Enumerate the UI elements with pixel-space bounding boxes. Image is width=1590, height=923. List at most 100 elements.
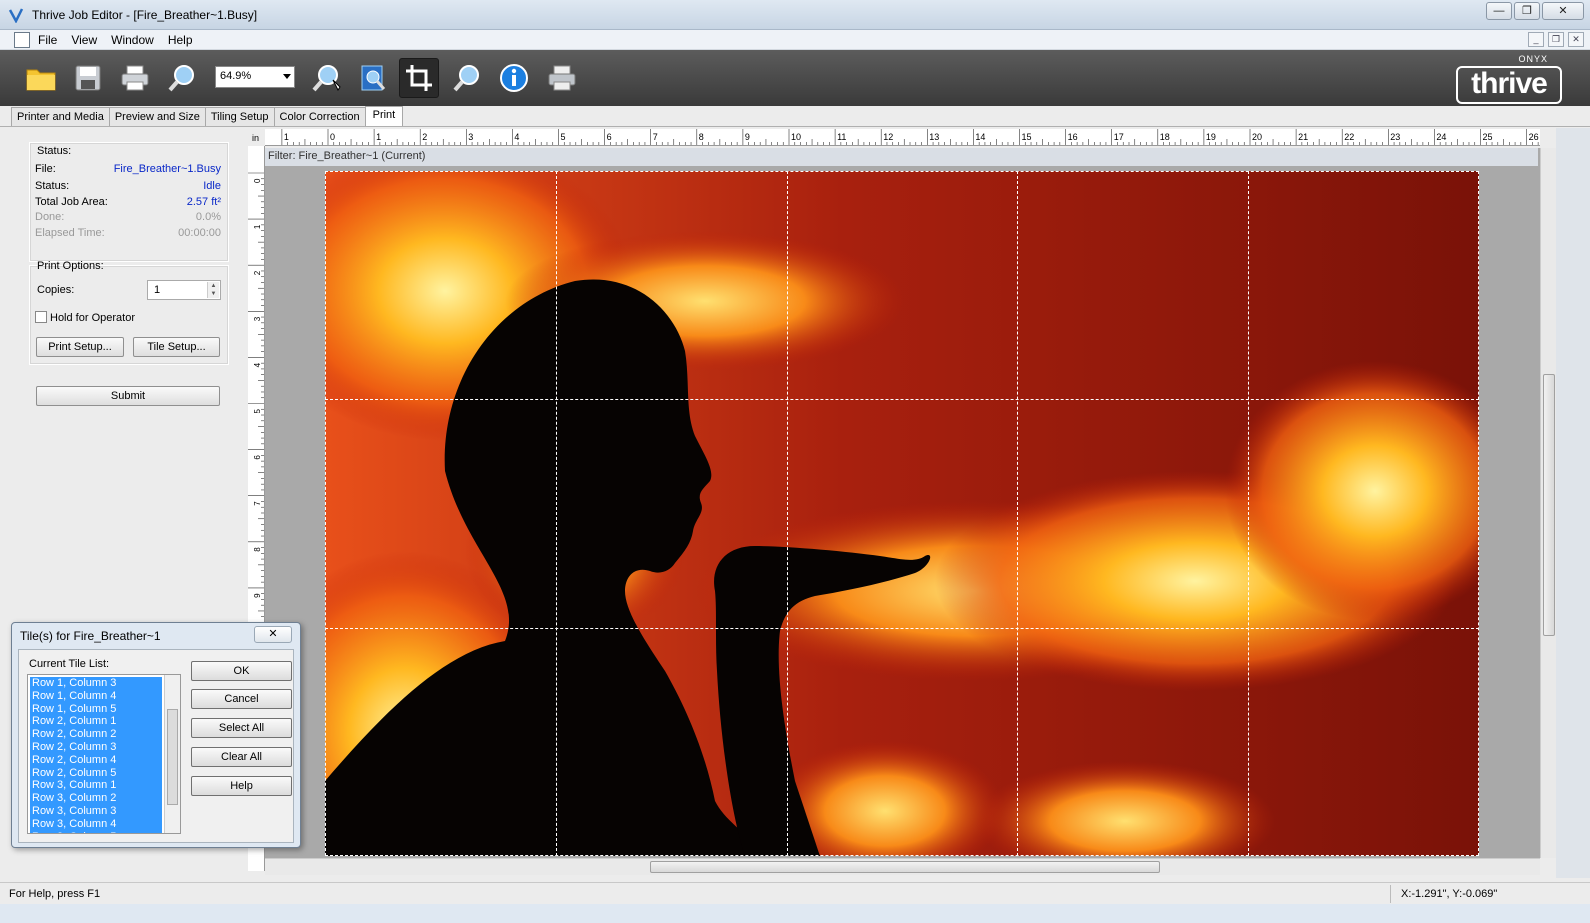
- mdi-minimize-button[interactable]: _: [1528, 32, 1544, 47]
- minimize-button[interactable]: —: [1486, 2, 1512, 20]
- dialog-close-button[interactable]: ✕: [254, 626, 292, 643]
- right-dock-strip: [1556, 128, 1590, 878]
- window-bottom-edge: [0, 904, 1590, 923]
- ruler-tick-label: 10: [791, 132, 801, 142]
- ruler-tick-label: 25: [1483, 132, 1493, 142]
- ruler-tick-label: 8: [253, 547, 262, 552]
- zoom-in-button[interactable]: [306, 58, 346, 98]
- mdi-restore-button[interactable]: ❐: [1548, 32, 1564, 47]
- vertical-scroll-thumb[interactable]: [1543, 374, 1555, 636]
- ruler-tick-label: 12: [883, 132, 893, 142]
- horizontal-scroll-thumb[interactable]: [650, 861, 1160, 873]
- info-icon: [500, 64, 528, 92]
- ruler-tick-label: 2: [422, 132, 427, 142]
- status-value: Idle: [203, 180, 221, 192]
- menu-help[interactable]: Help: [168, 33, 193, 47]
- menu-bar: File View Window Help _ ❐ ✕: [0, 30, 1590, 50]
- done-label: Done:: [35, 211, 65, 223]
- info-button[interactable]: [494, 58, 534, 98]
- document-icon[interactable]: [14, 32, 30, 48]
- tab-tiling-setup[interactable]: Tiling Setup: [204, 107, 275, 127]
- tile-listbox[interactable]: Row 1, Column 3 Row 1, Column 4 Row 1, Col…: [27, 674, 181, 834]
- ruler-tick-label: 26: [1529, 132, 1539, 142]
- tile-list-item[interactable]: Row 2, Column 1: [30, 715, 162, 728]
- open-folder-button[interactable]: [21, 58, 61, 98]
- filter-label: Filter: Fire_Breather~1 (Current): [265, 148, 1538, 166]
- job-preview-image[interactable]: [325, 171, 1479, 856]
- status-bar: For Help, press F1 X:-1.291", Y:-0.069": [0, 882, 1590, 904]
- crop-button[interactable]: [399, 58, 439, 98]
- mdi-close-button[interactable]: ✕: [1568, 32, 1584, 47]
- cancel-button[interactable]: Cancel: [191, 689, 292, 709]
- tile-list-item[interactable]: Row 3, Column 2: [30, 792, 162, 805]
- vertical-scrollbar[interactable]: [1540, 148, 1556, 858]
- ruler-tick-label: 1: [376, 132, 381, 142]
- clear-all-button[interactable]: Clear All: [191, 747, 292, 767]
- tile-list-item[interactable]: Row 3, Column 3: [30, 805, 162, 818]
- zoom-level-select[interactable]: 64.9%: [215, 66, 295, 88]
- close-button[interactable]: ✕: [1542, 2, 1584, 20]
- maximize-button[interactable]: ❐: [1514, 2, 1540, 20]
- total-area-value: 2.57 ft²: [186, 196, 221, 208]
- hold-for-operator-checkbox[interactable]: [35, 311, 47, 323]
- tile-list-item[interactable]: Row 3, Column 4: [30, 818, 162, 831]
- print-setup-button[interactable]: Print Setup...: [36, 337, 124, 357]
- ok-button[interactable]: OK: [191, 661, 292, 681]
- tab-print[interactable]: Print: [364, 106, 404, 127]
- tile-list-items: Row 1, Column 3 Row 1, Column 4 Row 1, Col…: [30, 677, 162, 833]
- copies-stepper[interactable]: 1 ▲ ▼: [147, 280, 221, 300]
- tile-list-item[interactable]: Row 2, Column 5: [30, 767, 162, 780]
- menu-view[interactable]: View: [71, 33, 97, 47]
- zoom-in-icon: [312, 65, 341, 92]
- tile-list-item[interactable]: Row 2, Column 4: [30, 754, 162, 767]
- tile-list-item[interactable]: Row 1, Column 3: [30, 677, 162, 690]
- tile-list-item[interactable]: Row 2, Column 2: [30, 728, 162, 741]
- tab-preview-and-size[interactable]: Preview and Size: [108, 107, 206, 127]
- window-titlebar: Thrive Job Editor - [Fire_Breather~1.Bus…: [0, 0, 1590, 30]
- current-tile-list-label: Current Tile List:: [29, 658, 110, 670]
- fit-to-window-button[interactable]: [353, 58, 393, 98]
- tile-list-item[interactable]: Row 2, Column 3: [30, 741, 162, 754]
- ruler-tick-label: 22: [1344, 132, 1354, 142]
- ruler-tick-label: 7: [653, 132, 658, 142]
- ruler-tick-label: 6: [253, 455, 262, 460]
- ruler-tick-label: 6: [607, 132, 612, 142]
- ruler-unit: in: [252, 133, 260, 143]
- loupe-button[interactable]: [447, 58, 487, 98]
- horizontal-scrollbar[interactable]: [265, 858, 1540, 875]
- list-scroll-thumb[interactable]: [167, 709, 178, 805]
- elapsed-time-value: 00:00:00: [178, 227, 221, 239]
- list-scrollbar[interactable]: [164, 675, 180, 833]
- total-area-label: Total Job Area:: [35, 196, 108, 208]
- tab-color-correction[interactable]: Color Correction: [273, 107, 366, 127]
- print-button[interactable]: [115, 58, 155, 98]
- hold-for-operator-label: Hold for Operator: [50, 312, 135, 324]
- menu-window[interactable]: Window: [111, 33, 154, 47]
- ruler-tick-label: 3: [468, 132, 473, 142]
- stepper-arrows-icon[interactable]: ▲ ▼: [207, 282, 219, 298]
- ruler-tick-label: 14: [975, 132, 985, 142]
- zoom-level-value: 64.9%: [220, 70, 252, 82]
- status-help-text: For Help, press F1: [9, 888, 101, 900]
- tile-list-item[interactable]: Row 1, Column 5: [30, 703, 162, 716]
- copies-value: 1: [154, 284, 161, 296]
- crop-icon: [406, 65, 432, 91]
- save-button[interactable]: [68, 58, 108, 98]
- ruler-tick-label: 3: [253, 316, 262, 321]
- status-heading: Status:: [37, 145, 72, 157]
- ruler-tick-label: 5: [253, 409, 262, 414]
- elapsed-time-label: Elapsed Time:: [35, 227, 105, 239]
- submit-button[interactable]: Submit: [36, 386, 220, 406]
- ruler-tick-label: 2: [253, 270, 262, 275]
- tile-list-item[interactable]: Row 3, Column 1: [30, 779, 162, 792]
- save-icon: [75, 65, 101, 91]
- tile-list-item[interactable]: Row 3, Column 5: [30, 831, 162, 833]
- tile-setup-button[interactable]: Tile Setup...: [133, 337, 220, 357]
- print-queue-button[interactable]: [542, 58, 582, 98]
- select-all-button[interactable]: Select All: [191, 718, 292, 738]
- tile-list-item[interactable]: Row 1, Column 4: [30, 690, 162, 703]
- zoom-out-button[interactable]: [162, 58, 202, 98]
- help-button[interactable]: Help: [191, 776, 292, 796]
- menu-file[interactable]: File: [38, 33, 57, 47]
- tab-printer-and-media[interactable]: Printer and Media: [11, 107, 110, 127]
